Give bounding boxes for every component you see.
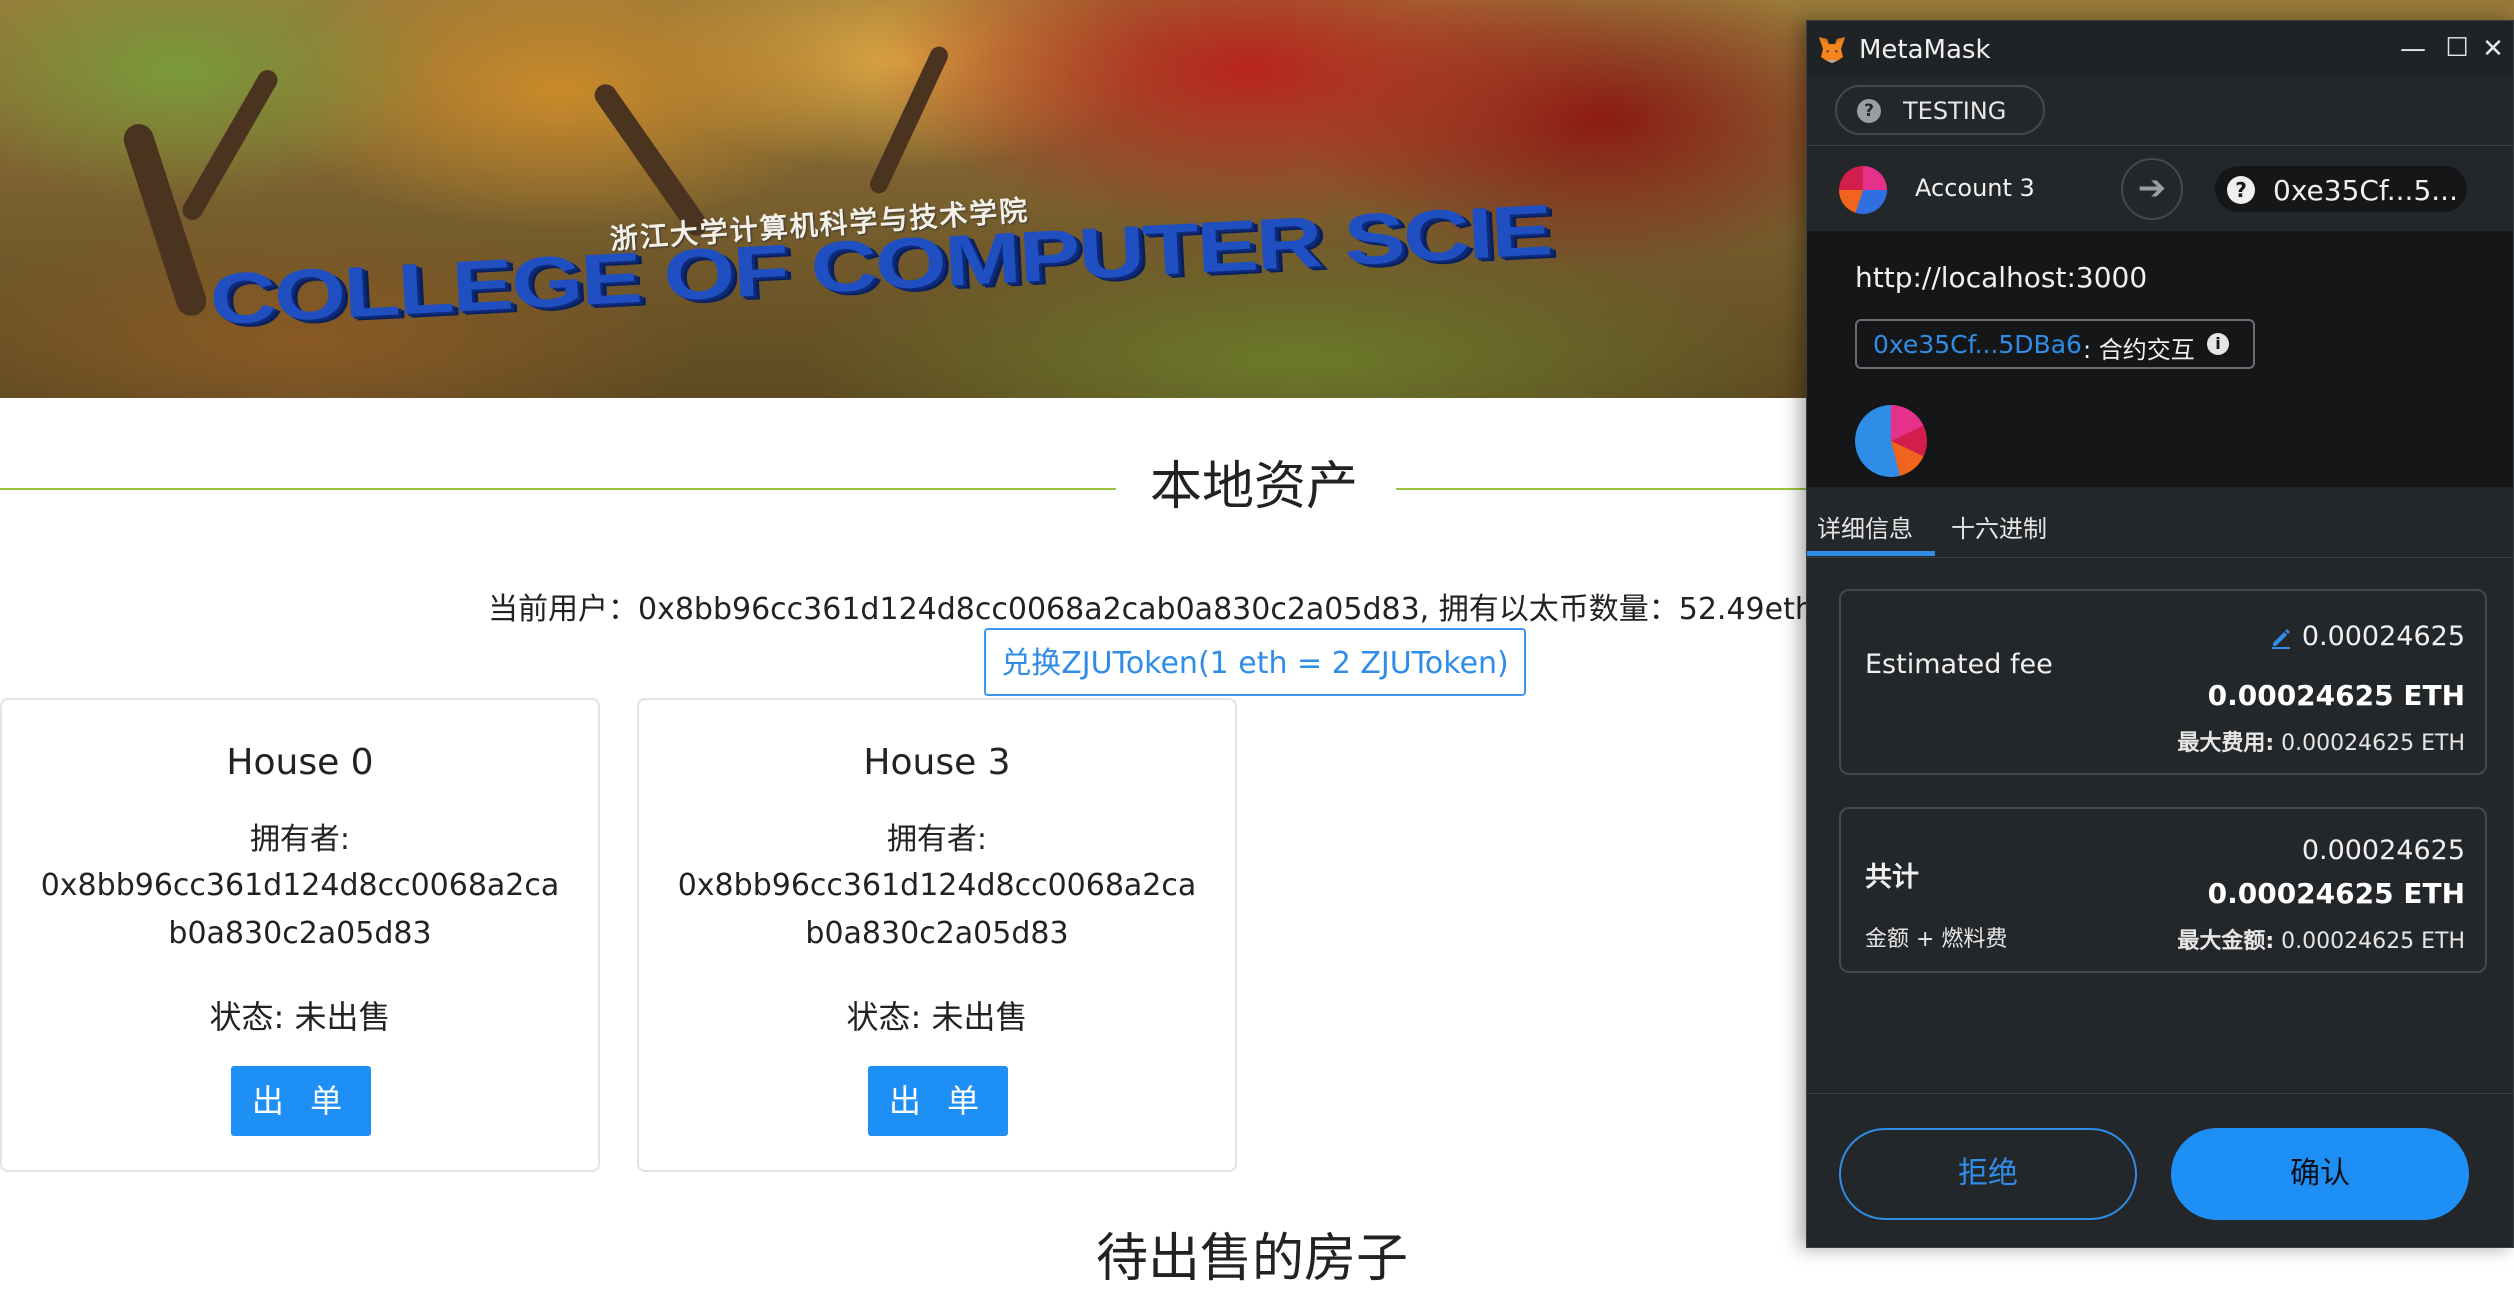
list-house-button[interactable]: 出 单 <box>868 1066 1008 1136</box>
account-name: Account 3 <box>1915 174 2035 202</box>
active-tab-indicator <box>1807 551 1935 556</box>
owner-label: 拥有者: <box>249 822 351 857</box>
max-fee-row: 最大费用: 0.00024625 ETH <box>2177 725 2465 757</box>
reject-button[interactable]: 拒绝 <box>1839 1128 2137 1220</box>
house-card: House 3 拥有者: 0x8bb96cc361d124d8cc0068a2c… <box>637 698 1237 1172</box>
current-user-info: 当前用户：0x8bb96cc361d124d8cc0068a2cab0a830c… <box>488 592 1914 627</box>
exchange-zjutoken-button[interactable]: 兑换ZJUToken(1 eth = 2 ZJUToken) <box>984 628 1526 696</box>
confirm-button[interactable]: 确认 <box>2171 1128 2469 1220</box>
window-titlebar[interactable]: MetaMask — ☐ ✕ <box>1807 21 2513 77</box>
owner-address: 0x8bb96cc361d124d8cc0068a2cab0a830c2a05d… <box>40 868 560 951</box>
tree-trunk <box>119 120 211 320</box>
recipient-address: 0xe35Cf...5... <box>2273 174 2458 207</box>
tree-branch <box>867 43 951 197</box>
account-bar: Account 3 ➔ ? 0xe35Cf...5... <box>1807 145 2513 233</box>
section-title: 本地资产 <box>1150 457 1359 517</box>
house-name: House 3 <box>863 742 1011 783</box>
info-icon[interactable]: i <box>2207 333 2229 355</box>
owner-address: 0x8bb96cc361d124d8cc0068a2cab0a830c2a05d… <box>677 868 1197 951</box>
estimated-fee-eth: 0.00024625 ETH <box>2207 679 2465 712</box>
arrow-right-icon: ➔ <box>2121 158 2183 220</box>
house-card: House 0 拥有者: 0x8bb96cc361d124d8cc0068a2c… <box>0 698 600 1172</box>
total-eth: 0.00024625 ETH <box>2207 877 2465 910</box>
tab-hex[interactable]: 十六进制 <box>1951 509 2047 544</box>
owner-label: 拥有者: <box>886 822 988 857</box>
details-tabs: 详细信息 十六进制 <box>1807 487 2513 558</box>
total-sublabel: 金额 + 燃料费 <box>1865 927 2008 952</box>
origin-url: http://localhost:3000 <box>1855 261 2148 294</box>
max-amount-label: 最大金额: <box>2177 929 2275 954</box>
total-label: 共计 <box>1865 862 1919 893</box>
max-amount-value: 0.00024625 ETH <box>2281 929 2465 954</box>
recipient-address-pill[interactable]: ? 0xe35Cf...5... <box>2215 166 2467 212</box>
action-footer: 拒绝 确认 <box>1807 1093 2513 1247</box>
max-fee-label: 最大费用: <box>2177 731 2275 756</box>
local-assets-section-header: 本地资产 <box>0 444 1810 517</box>
metamask-window: MetaMask — ☐ ✕ ? TESTING Account 3 ➔ ? 0… <box>1806 20 2514 1248</box>
max-amount-row: 最大金额: 0.00024625 ETH <box>2177 923 2465 955</box>
max-fee-value: 0.00024625 ETH <box>2281 731 2465 756</box>
recipient-question-icon: ? <box>2227 176 2255 204</box>
tree-branch <box>178 66 282 224</box>
estimated-fee-label: Estimated fee <box>1865 649 2053 680</box>
transaction-origin-panel: http://localhost:3000 0xe35Cf...5DBa6 : … <box>1807 231 2513 487</box>
list-house-button[interactable]: 出 单 <box>231 1066 371 1136</box>
house-name: House 0 <box>226 742 374 783</box>
close-icon[interactable]: ✕ <box>2471 29 2513 69</box>
house-status: 状态: 未出售 <box>209 998 391 1036</box>
minimize-icon[interactable]: — <box>2391 29 2435 69</box>
estimated-fee-value-row: 0.00024625 <box>2270 621 2465 652</box>
estimated-fee-value: 0.00024625 <box>2301 621 2465 652</box>
contract-interaction-badge[interactable]: 0xe35Cf...5DBa6 : 合约交互 i <box>1855 319 2255 369</box>
section-divider-right <box>1396 488 1810 490</box>
window-title: MetaMask <box>1859 35 1991 65</box>
estimated-fee-box: Estimated fee 0.00024625 0.00024625 ETH … <box>1839 589 2487 775</box>
account-avatar <box>1839 166 1887 214</box>
edit-icon[interactable] <box>2270 627 2292 649</box>
network-selector[interactable]: ? TESTING <box>1835 85 2045 135</box>
contract-avatar <box>1855 405 1927 477</box>
total-value: 0.00024625 <box>2301 835 2465 866</box>
network-question-icon: ? <box>1857 99 1881 123</box>
network-label: TESTING <box>1903 97 2007 125</box>
contract-address-link[interactable]: 0xe35Cf...5DBa6 <box>1873 330 2082 359</box>
metamask-fox-icon <box>1819 37 1845 63</box>
house-status: 状态: 未出售 <box>846 998 1028 1036</box>
houses-for-sale-title: 待出售的房子 <box>1096 1229 1409 1289</box>
contract-action-label: : 合约交互 <box>2083 336 2195 364</box>
section-divider-left <box>0 488 1116 490</box>
total-box: 共计 金额 + 燃料费 0.00024625 0.00024625 ETH 最大… <box>1839 807 2487 973</box>
tab-details[interactable]: 详细信息 <box>1817 509 1913 544</box>
